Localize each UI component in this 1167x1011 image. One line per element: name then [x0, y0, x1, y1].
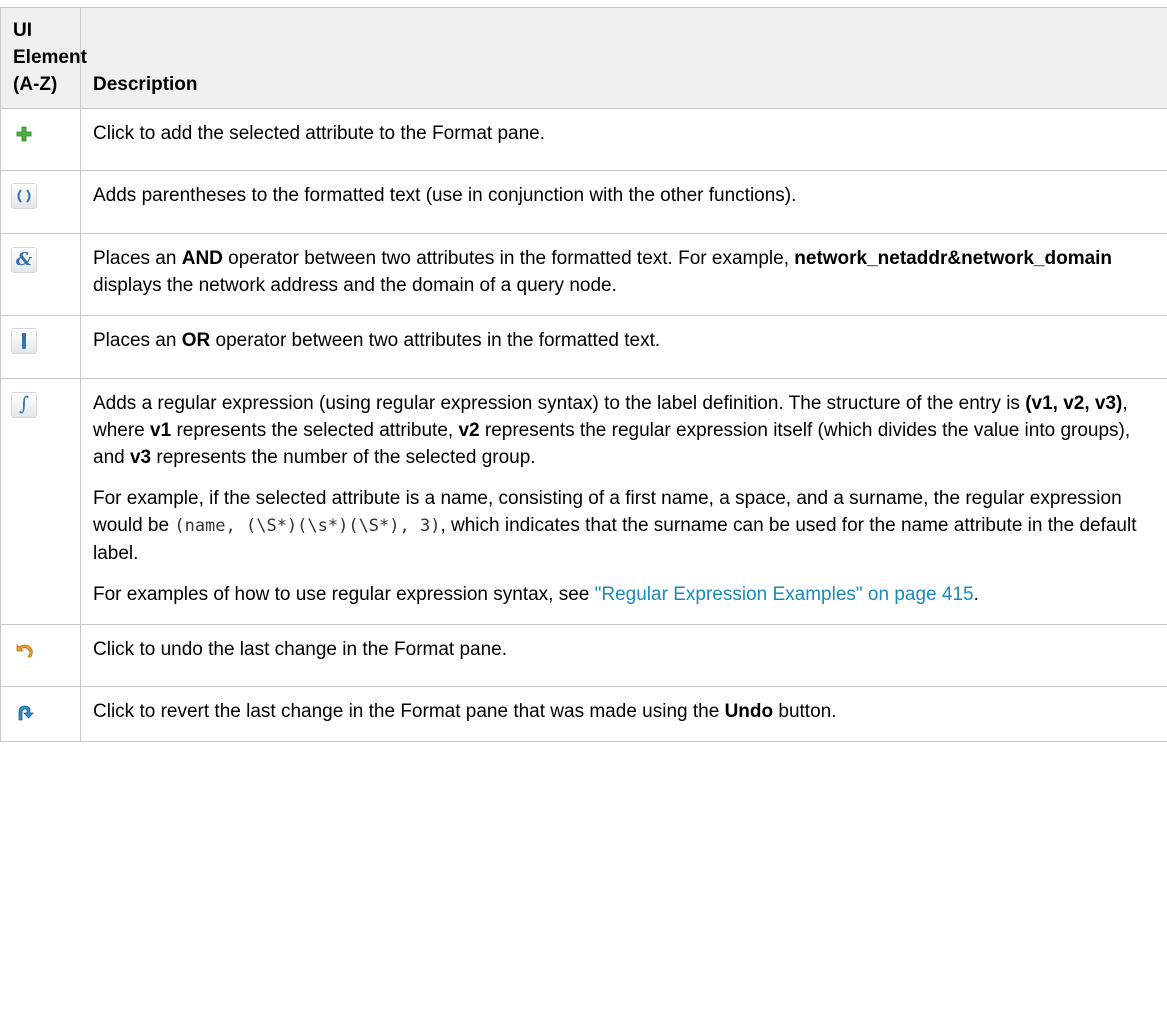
ui-elements-table: UI Element (A-Z) Description Click to ad… — [0, 7, 1167, 742]
desc-parentheses: Adds parentheses to the formatted text (… — [80, 170, 1167, 234]
desc-add: Click to add the selected attribute to t… — [80, 108, 1167, 171]
table-row: Click to revert the last change in the F… — [0, 686, 1167, 742]
parentheses-icon[interactable] — [11, 183, 37, 209]
redo-icon[interactable] — [11, 699, 37, 725]
table-row: Click to undo the last change in the For… — [0, 624, 1167, 687]
table-row: Adds parentheses to the formatted text (… — [0, 170, 1167, 234]
desc-or: Places an OR operator between two attrib… — [80, 315, 1167, 379]
desc-and: Places an AND operator between two attri… — [80, 233, 1167, 316]
plus-icon[interactable] — [11, 121, 37, 147]
table-row: ∫ Adds a regular expression (using regul… — [0, 378, 1167, 625]
desc-undo: Click to undo the last change in the For… — [80, 624, 1167, 687]
header-ui-element: UI Element (A-Z) — [0, 7, 87, 109]
regex-paragraph-3: For examples of how to use regular expre… — [93, 584, 979, 605]
pipe-icon[interactable] — [11, 328, 37, 354]
function-icon[interactable]: ∫ — [11, 391, 37, 418]
regex-examples-link[interactable]: "Regular Expression Examples" on page 41… — [595, 584, 974, 605]
desc-redo: Click to revert the last change in the F… — [80, 686, 1167, 742]
table-row: Places an OR operator between two attrib… — [0, 315, 1167, 379]
regex-paragraph-1: Adds a regular expression (using regular… — [93, 393, 1131, 468]
undo-icon[interactable] — [11, 637, 37, 663]
table-row: & Places an AND operator between two att… — [0, 233, 1167, 316]
table-row: Click to add the selected attribute to t… — [0, 108, 1167, 171]
desc-regex: Adds a regular expression (using regular… — [80, 378, 1167, 625]
regex-paragraph-2: For example, if the selected attribute i… — [93, 488, 1137, 564]
ampersand-icon[interactable]: & — [11, 247, 37, 273]
regex-code: (name, (\S*)(\s*)(\S*), 3) — [174, 516, 441, 536]
header-description: Description — [80, 7, 1167, 109]
table-header-row: UI Element (A-Z) Description — [0, 7, 1167, 109]
